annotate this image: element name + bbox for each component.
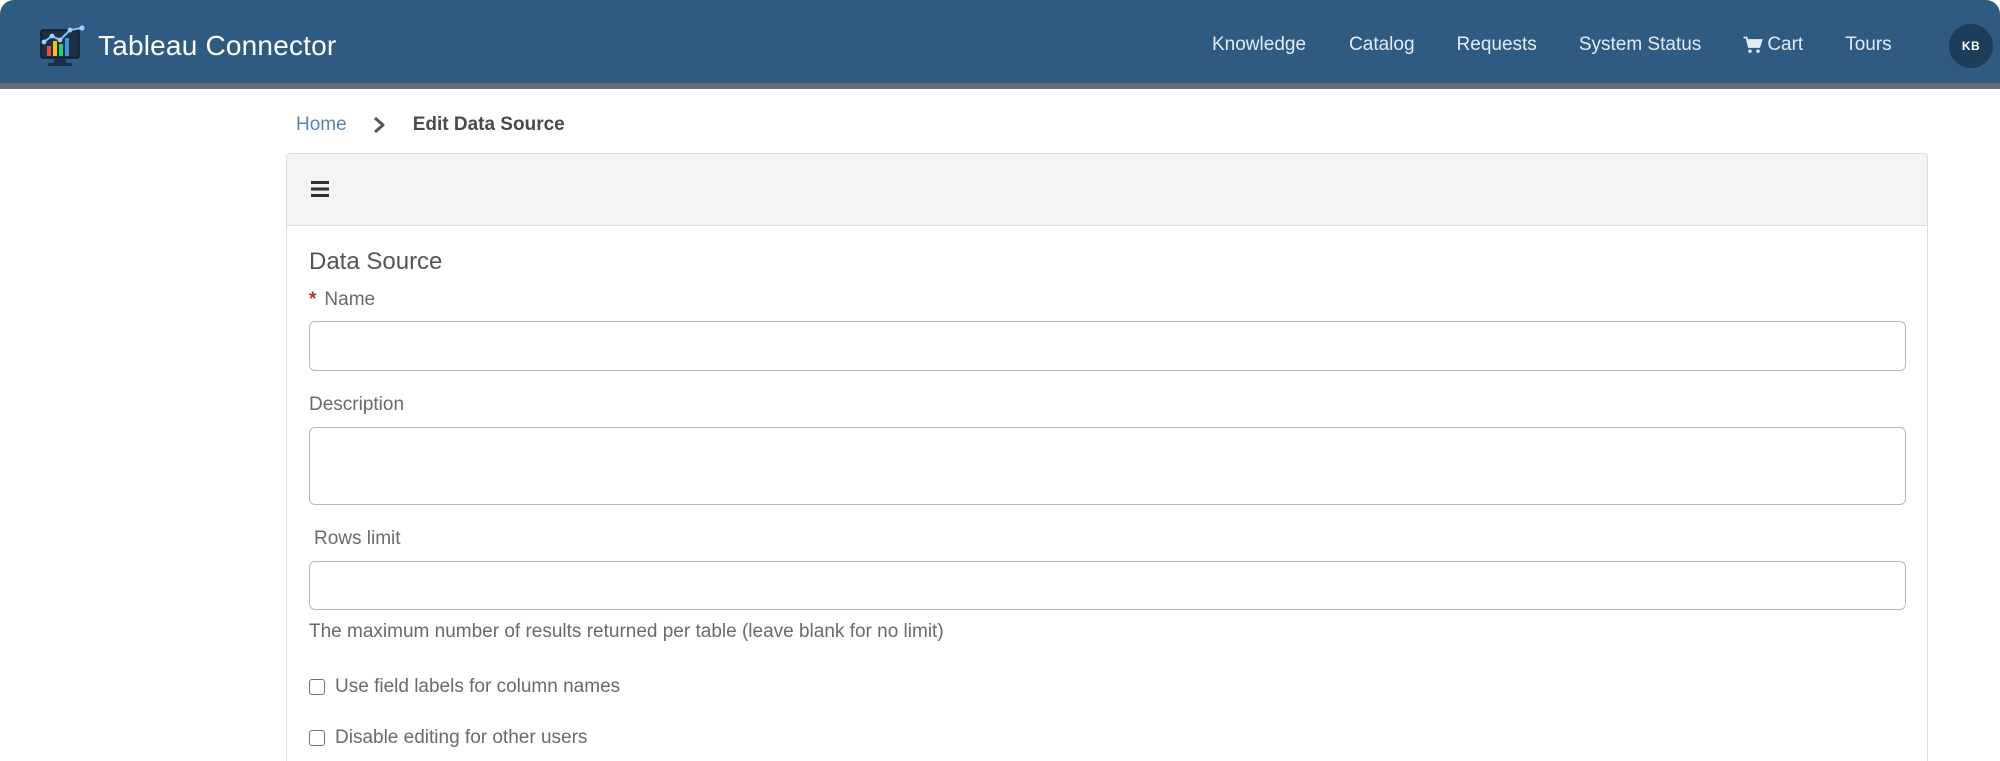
disable-editing-label: Disable editing for other users	[335, 727, 588, 748]
breadcrumb-current: Edit Data Source	[412, 114, 565, 135]
nav-system-status[interactable]: System Status	[1579, 34, 1702, 56]
hamburger-menu-icon[interactable]	[311, 178, 329, 200]
top-navbar: Tableau Connector Knowledge Catalog Requ…	[0, 0, 2000, 89]
disable-editing-checkbox[interactable]	[309, 730, 325, 746]
use-field-labels-checkbox-row[interactable]: Use field labels for column names	[309, 676, 620, 698]
nav-knowledge[interactable]: Knowledge	[1212, 34, 1306, 56]
nav-requests[interactable]: Requests	[1457, 34, 1537, 56]
section-title: Data Source	[309, 248, 443, 275]
panel-heading	[287, 154, 1927, 226]
use-field-labels-label: Use field labels for column names	[335, 676, 621, 697]
cart-icon	[1743, 36, 1763, 53]
nav-cart-label: Cart	[1767, 33, 1804, 55]
breadcrumb-home[interactable]: Home	[296, 114, 347, 136]
name-label: * Name	[309, 289, 375, 311]
brand-name: Tableau Connector	[98, 30, 337, 61]
brand-link[interactable]: Tableau Connector	[38, 24, 336, 68]
breadcrumb: Home Edit Data Source	[296, 112, 565, 138]
name-label-text: Name	[324, 289, 376, 310]
rows-limit-label: Rows limit	[314, 528, 401, 549]
app-window: Tableau Connector Knowledge Catalog Requ…	[0, 0, 2000, 761]
description-label: Description	[309, 394, 405, 415]
rows-limit-input[interactable]	[309, 561, 1906, 610]
user-avatar[interactable]: KB	[1949, 24, 1993, 68]
tableau-connector-logo	[40, 25, 85, 66]
data-source-panel: Data Source * Name Description Rows limit…	[286, 153, 1928, 761]
main-nav: Knowledge Catalog Requests System Status…	[1212, 0, 1934, 89]
nav-catalog[interactable]: Catalog	[1349, 34, 1415, 56]
name-input[interactable]	[309, 321, 1906, 371]
nav-tours[interactable]: Tours	[1845, 34, 1891, 56]
required-marker: *	[309, 289, 317, 310]
nav-cart[interactable]: Cart	[1743, 34, 1803, 56]
rows-limit-help: The maximum number of results returned p…	[309, 621, 944, 642]
chevron-right-icon	[373, 116, 385, 134]
use-field-labels-checkbox[interactable]	[309, 679, 325, 695]
description-textarea[interactable]	[309, 427, 1906, 505]
disable-editing-checkbox-row[interactable]: Disable editing for other users	[309, 727, 587, 749]
